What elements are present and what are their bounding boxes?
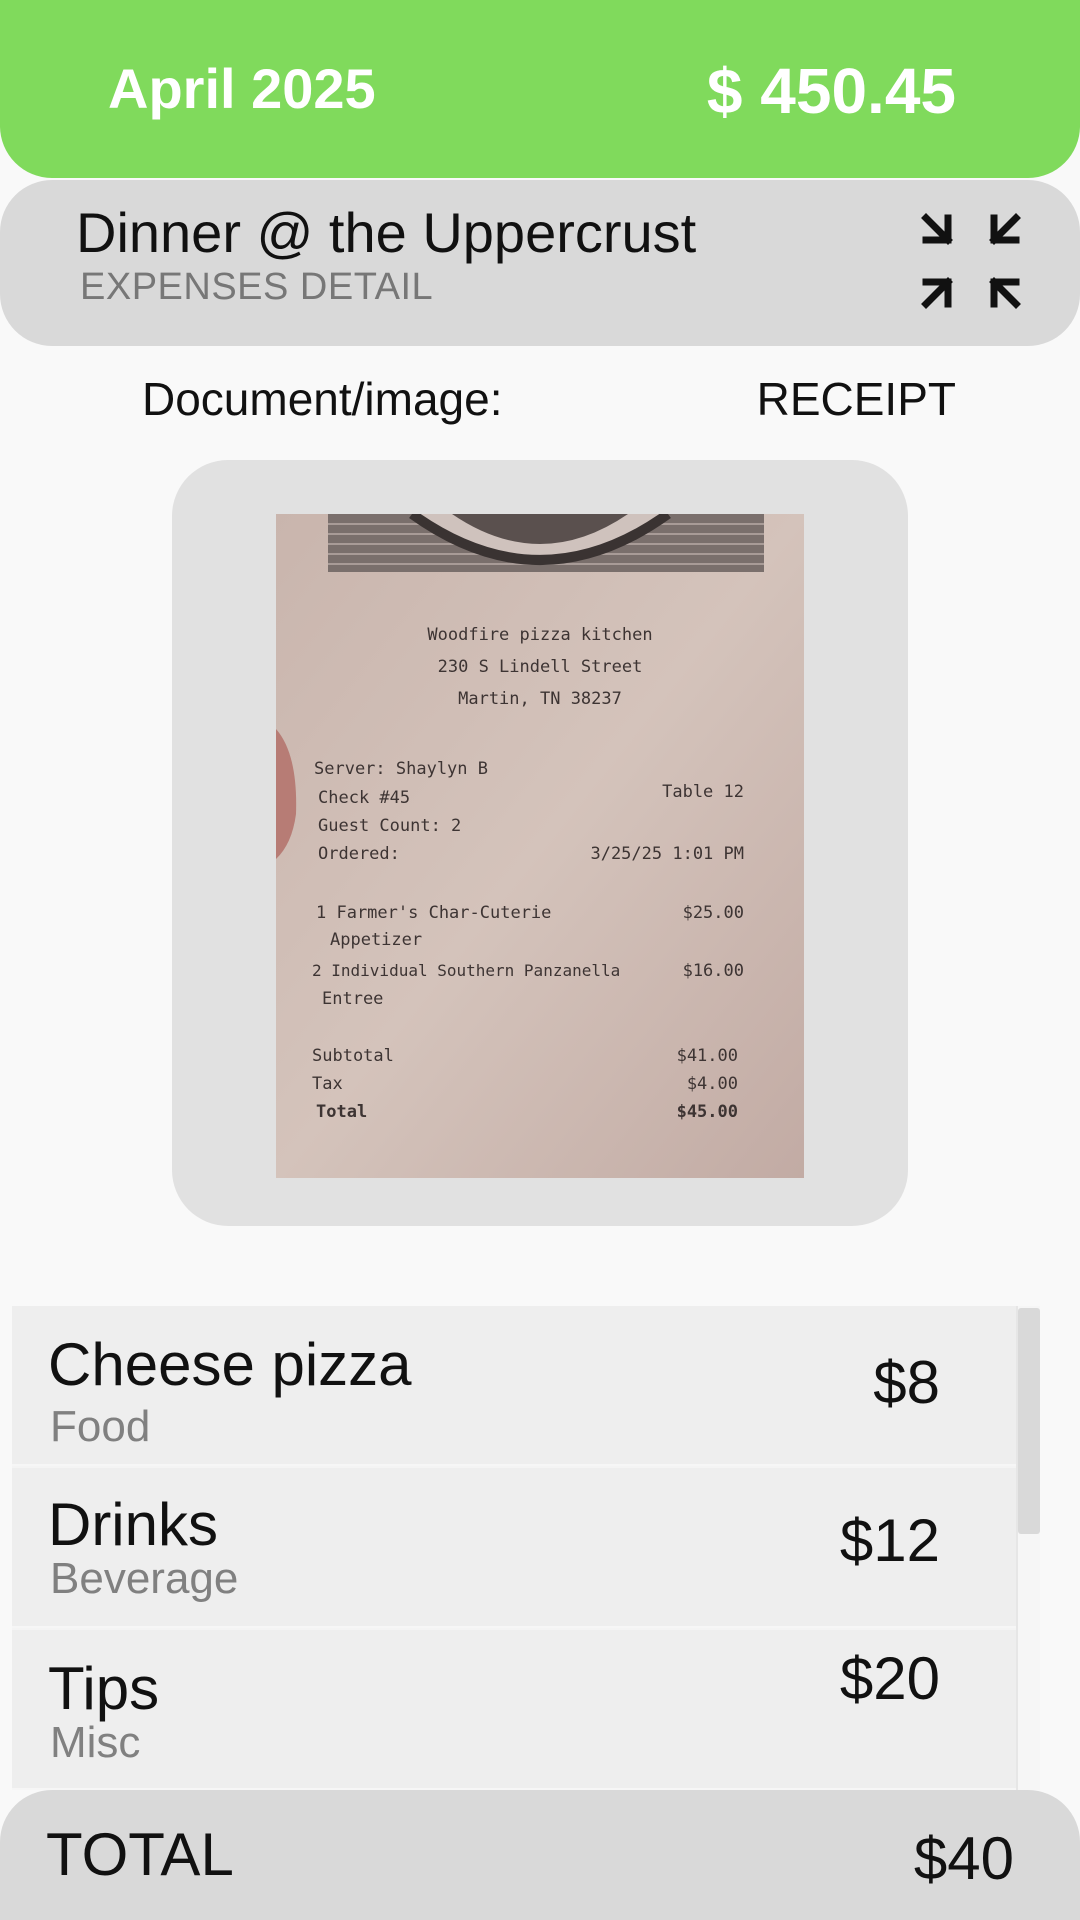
receipt-frame: Woodfire pizza kitchen 230 S Lindell Str… [172,460,908,1226]
month-total: $ 450.45 [706,55,956,127]
total-bar: TOTAL $40 [0,1790,1080,1920]
receipt-item1-price: $25.00 [683,903,744,923]
expense-title-bar: Dinner @ the Uppercrust EXPENSES DETAIL [0,180,1080,346]
month-header: April 2025 $ 450.45 [0,0,1080,178]
receipt-total-label: Total [316,1102,367,1122]
item-amount: $12 [839,1507,940,1574]
expense-subtitle: EXPENSES DETAIL [80,266,434,308]
receipt-item2: 2 Individual Southern Panzanella [312,961,620,980]
expense-title: Dinner @ the Uppercrust [76,201,697,264]
item-category: Beverage [50,1554,239,1603]
receipt-table: Table 12 [662,782,744,802]
list-item[interactable]: Drinks Beverage $12 [12,1468,1016,1628]
receipt-ordered-label: Ordered: [318,844,400,864]
item-category: Food [50,1402,151,1451]
receipt-total: $45.00 [677,1102,738,1122]
receipt-image[interactable]: Woodfire pizza kitchen 230 S Lindell Str… [276,514,804,1178]
receipt-tax: $4.00 [687,1074,738,1094]
document-label: Document/image: [142,373,503,425]
total-value: $40 [913,1825,1014,1892]
receipt-tax-label: Tax [312,1074,343,1094]
receipt-server: Server: Shaylyn B [314,759,488,779]
receipt-address2: Martin, TN 38237 [458,689,622,709]
item-name: Tips [48,1655,160,1722]
collapse-arrows-icon[interactable] [912,202,1032,322]
list-scrollbar-thumb[interactable] [1018,1308,1040,1534]
item-category: Misc [50,1718,141,1767]
item-name: Drinks [48,1491,219,1558]
receipt-address1: 230 S Lindell Street [438,657,643,677]
expense-item-list[interactable]: Cheese pizza Food $8 Drinks Beverage $12… [12,1306,1018,1790]
month-label[interactable]: April 2025 [108,56,376,121]
list-scrollbar[interactable] [1016,1306,1040,1790]
receipt-item1: 1 Farmer's Char-Cuterie [316,903,551,923]
list-item[interactable]: Cheese pizza Food $8 [12,1306,1016,1466]
receipt-subtotal: $41.00 [677,1046,738,1066]
document-type[interactable]: RECEIPT [757,372,956,426]
receipt-item1-sub: Appetizer [330,930,422,950]
list-item[interactable]: Tips Misc $20 [12,1630,1016,1790]
total-label: TOTAL [46,1821,234,1888]
item-amount: $20 [839,1645,940,1712]
receipt-restaurant: Woodfire pizza kitchen [427,625,652,645]
receipt-guests: Guest Count: 2 [318,816,461,836]
item-name: Cheese pizza [48,1331,412,1398]
receipt-ordered-time: 3/25/25 1:01 PM [590,844,744,864]
receipt-item2-sub: Entree [322,989,383,1009]
item-amount: $8 [873,1349,940,1416]
receipt-check: Check #45 [318,788,410,808]
receipt-subtotal-label: Subtotal [312,1046,394,1066]
receipt-item2-price: $16.00 [683,961,744,981]
